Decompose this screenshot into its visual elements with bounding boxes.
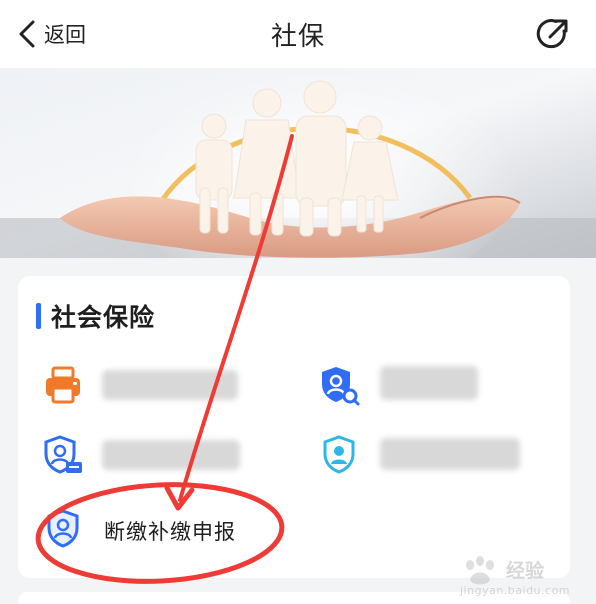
shield-user-card-icon[interactable] [42,434,84,476]
service-label-blurred[interactable] [380,366,478,400]
service-label-blurred[interactable] [380,438,520,470]
service-label-blurred[interactable] [102,440,240,470]
paw-logo-icon [466,556,494,585]
baidu-jingyan-watermark: 经验 jingyan.baidu.com [458,556,588,600]
service-label-arrears-declaration[interactable]: 断缴补缴申报 [104,516,236,546]
share-icon [536,19,568,49]
share-button[interactable] [536,17,570,55]
title-accent-bar [36,303,41,329]
family-hands-illustration [0,68,596,258]
section-header: 社会保险 [36,300,155,332]
printer-icon[interactable] [42,364,84,406]
section-title: 社会保险 [51,303,156,332]
social-insurance-card: 社会保险 断缴补缴申报 [18,276,570,578]
watermark-brand: 经验 [506,560,545,582]
page-title: 社保 [270,22,325,52]
service-label-blurred[interactable] [102,370,238,400]
banner-image[interactable] [0,68,596,258]
watermark-url: jingyan.baidu.com [460,584,571,597]
shield-user-icon[interactable] [42,508,84,550]
shield-user-icon[interactable] [318,434,360,476]
top-bar: 返回 社保 [0,0,596,68]
shield-user-search-icon[interactable] [318,364,360,406]
